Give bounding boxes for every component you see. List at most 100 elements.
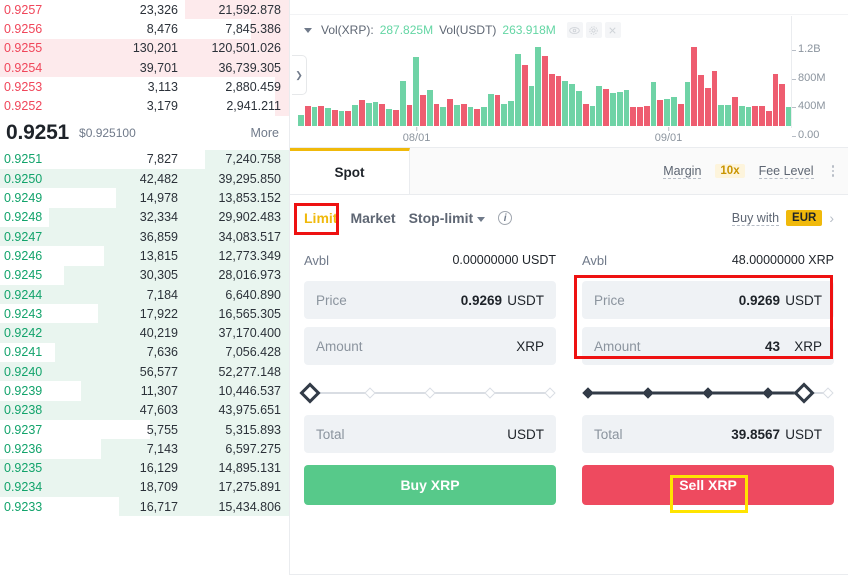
volume-bar <box>759 106 765 126</box>
order-book-row[interactable]: 0.9253 3,113 2,880.459 <box>0 77 289 97</box>
order-type-bar: Limit Market Stop-limit i Buy with EUR › <box>290 195 848 241</box>
order-amount: 42,482 <box>139 171 178 186</box>
account-tab-bar: Spot Margin 10x Fee Level <box>290 148 848 195</box>
order-book-row[interactable]: 0.9256 8,476 7,845.386 <box>0 19 289 39</box>
panel-collapse-handle[interactable]: ❯ <box>292 55 307 95</box>
volume-bar <box>460 103 467 126</box>
buy-total-input[interactable]: Total USDT <box>304 415 556 453</box>
y-axis-tick: 800M <box>792 71 826 84</box>
order-book-row[interactable]: 0.9251 7,827 7,240.758 <box>0 149 289 170</box>
order-book-row[interactable]: 0.9242 40,219 37,170.400 <box>0 323 289 343</box>
volume-bar <box>338 111 345 126</box>
last-price-bar: 0.9251 $0.925100 More <box>0 115 289 150</box>
order-book-row[interactable]: 0.9236 7,143 6,597.275 <box>0 439 289 459</box>
volume-chart: Vol(XRP): 287.825M Vol(USDT) 263.918M 0.… <box>290 0 848 148</box>
order-total: 12,773.349 <box>218 248 281 263</box>
volume-bar <box>772 73 779 126</box>
chart-top-divider <box>290 14 848 15</box>
sell-price-input[interactable]: Price 0.9269 USDT <box>582 281 834 319</box>
volume-bar <box>515 54 521 126</box>
slider-notch-0[interactable] <box>582 387 594 399</box>
more-link[interactable]: More <box>251 126 279 140</box>
volume-bar <box>453 104 460 126</box>
buy-amount-slider[interactable] <box>299 371 556 415</box>
order-book-row[interactable]: 0.9240 56,577 52,277.148 <box>0 362 289 382</box>
sell-total-input[interactable]: Total 39.8567 USDT <box>582 415 834 453</box>
sell-amount-unit: XRP <box>794 338 822 354</box>
slider-thumb[interactable] <box>793 382 815 404</box>
more-options-icon[interactable] <box>828 163 839 179</box>
slider-thumb[interactable] <box>299 382 321 404</box>
order-book-row[interactable]: 0.9241 7,636 7,056.428 <box>0 342 289 363</box>
order-book-row[interactable]: 0.9250 42,482 39,295.850 <box>0 169 289 189</box>
tab-spot[interactable]: Spot <box>290 148 410 194</box>
slider-notch-75[interactable] <box>484 387 496 399</box>
margin-leverage-badge[interactable]: 10x <box>715 164 745 178</box>
order-book-row[interactable]: 0.9248 32,334 29,902.483 <box>0 207 289 227</box>
sell-button[interactable]: Sell XRP <box>582 465 834 513</box>
volume-bar <box>352 104 359 126</box>
order-book-row[interactable]: 0.9238 47,603 43,975.651 <box>0 400 289 420</box>
order-total: 15,434.806 <box>218 499 281 514</box>
order-book-row[interactable]: 0.9246 13,815 12,773.349 <box>0 246 289 266</box>
volume-bar <box>542 55 548 126</box>
order-book-row[interactable]: 0.9257 23,326 21,592.878 <box>0 0 289 20</box>
order-amount: 8,476 <box>146 21 178 36</box>
slider-notch-50[interactable] <box>702 387 714 399</box>
order-book-row[interactable]: 0.9245 30,305 28,016.973 <box>0 265 289 285</box>
slider-notch-50[interactable] <box>424 387 436 399</box>
buy-amount-input[interactable]: Amount XRP <box>304 327 556 365</box>
order-amount: 18,709 <box>139 480 178 495</box>
order-amount: 47,603 <box>139 403 178 418</box>
buy-with-label[interactable]: Buy with <box>731 211 780 226</box>
sell-amount-input[interactable]: Amount 43 XRP <box>582 327 834 365</box>
order-book-row[interactable]: 0.9249 14,978 13,853.152 <box>0 188 289 208</box>
order-book-row[interactable]: 0.9237 5,755 5,315.893 <box>0 419 289 440</box>
tab-spot-label: Spot <box>334 165 365 180</box>
buy-available-row: Avbl 0.00000000 USDT <box>304 247 556 273</box>
slider-notch-100[interactable] <box>822 387 834 399</box>
sell-price-unit: USDT <box>785 292 822 308</box>
order-type-market[interactable]: Market <box>350 210 395 226</box>
eye-icon[interactable] <box>566 22 583 38</box>
vol-base-value: 287.825M <box>379 23 434 37</box>
order-book-row[interactable]: 0.9254 39,701 36,739.305 <box>0 57 289 78</box>
order-total: 10,446.537 <box>218 383 281 398</box>
order-book-row[interactable]: 0.9247 36,859 34,083.517 <box>0 226 289 247</box>
fee-level-link[interactable]: Fee Level <box>758 164 814 179</box>
volume-bar <box>677 104 684 126</box>
sell-available-row: Avbl 48.00000000 XRP <box>582 247 834 273</box>
order-book-row[interactable]: 0.9233 16,717 15,434.806 <box>0 497 289 517</box>
gear-icon[interactable] <box>585 22 602 38</box>
order-type-stop-limit[interactable]: Stop-limit <box>409 210 486 226</box>
chevron-right-icon[interactable]: › <box>829 210 834 226</box>
chevron-down-icon[interactable] <box>304 27 312 33</box>
order-type-limit[interactable]: Limit <box>304 210 337 226</box>
order-book-row[interactable]: 0.9239 11,307 10,446.537 <box>0 381 289 401</box>
slider-notch-25[interactable] <box>364 387 376 399</box>
order-book-row[interactable]: 0.9244 7,184 6,640.890 <box>0 284 289 305</box>
volume-bar <box>738 106 745 126</box>
volume-bar <box>623 90 630 126</box>
info-icon[interactable]: i <box>498 211 513 225</box>
order-book-row[interactable]: 0.9255 130,201 120,501.026 <box>0 38 289 58</box>
order-amount: 32,334 <box>139 210 178 225</box>
margin-link[interactable]: Margin <box>663 164 702 179</box>
buy-button[interactable]: Buy XRP <box>304 465 556 505</box>
buy-with-currency-badge[interactable]: EUR <box>786 210 823 226</box>
order-amount: 36,859 <box>139 229 178 244</box>
sell-amount-slider[interactable] <box>582 371 834 415</box>
buy-total-label: Total <box>316 426 345 442</box>
close-icon[interactable] <box>604 22 621 38</box>
order-book-row[interactable]: 0.9252 3,179 2,941.211 <box>0 96 289 116</box>
buy-price-input[interactable]: Price 0.9269 USDT <box>304 281 556 319</box>
slider-notch-100[interactable] <box>544 387 556 399</box>
slider-notch-25[interactable] <box>642 387 654 399</box>
order-total: 29,902.483 <box>218 210 281 225</box>
sell-avbl-label: Avbl <box>582 252 608 268</box>
order-book-row[interactable]: 0.9235 16,129 14,895.131 <box>0 458 289 478</box>
order-book-row[interactable]: 0.9234 18,709 17,275.891 <box>0 477 289 498</box>
order-book-row[interactable]: 0.9243 17,922 16,565.305 <box>0 304 289 324</box>
slider-notch-75[interactable] <box>762 387 774 399</box>
x-axis-tick: 09/01 <box>654 127 683 144</box>
